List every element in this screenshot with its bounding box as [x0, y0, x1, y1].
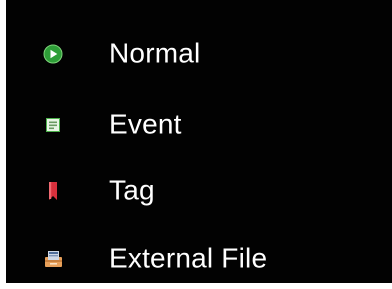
menu-item-label: Tag [109, 174, 155, 206]
menu-item-label: Event [109, 108, 182, 140]
bookmark-tag-icon [42, 180, 64, 202]
playback-type-menu: Normal Event Tag External File [6, 0, 392, 283]
event-note-icon [42, 114, 64, 136]
external-file-icon [42, 248, 64, 270]
menu-item-label: Normal [109, 37, 201, 69]
play-circle-icon [42, 43, 64, 65]
menu-item-tag[interactable]: Tag [6, 161, 392, 221]
menu-item-label: External File [109, 242, 268, 274]
menu-item-normal[interactable]: Normal [6, 24, 392, 84]
menu-item-external-file[interactable]: External File [6, 229, 392, 289]
menu-item-event[interactable]: Event [6, 95, 392, 155]
